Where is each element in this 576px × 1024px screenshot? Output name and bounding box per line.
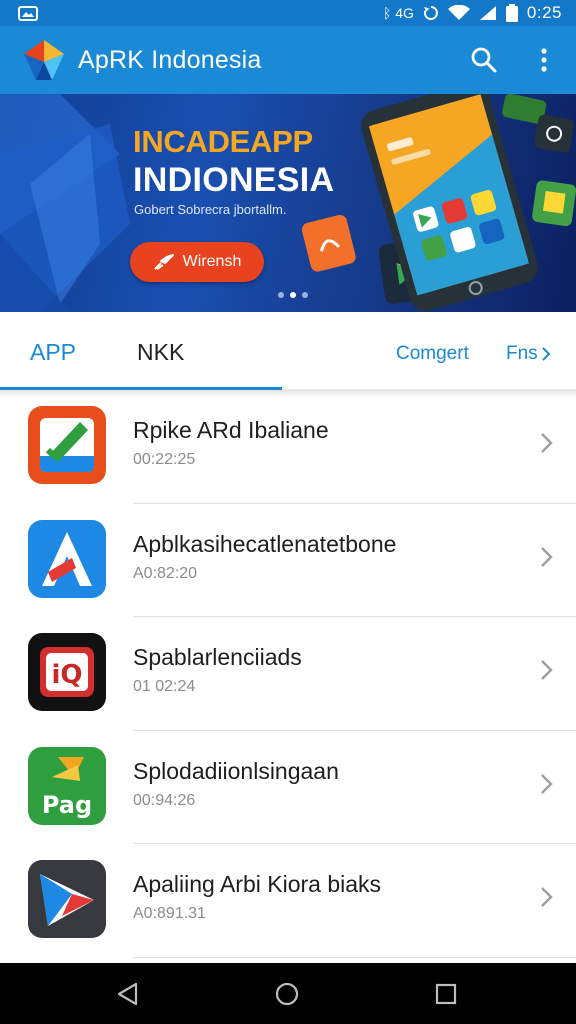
green-check-document-icon bbox=[28, 406, 106, 484]
app-meta: A0:82:20 bbox=[133, 564, 198, 582]
chevron-right-icon bbox=[541, 773, 553, 794]
banner-subtitle: Gobert Sobrecra jbortallm. bbox=[134, 202, 287, 217]
phone-illustration bbox=[301, 94, 576, 312]
recent-apps-icon[interactable] bbox=[433, 981, 459, 1007]
gallery-notification-icon bbox=[18, 6, 38, 21]
system-nav-bar bbox=[0, 963, 576, 1024]
tab-bar: APP NKK Comgert Fns bbox=[0, 312, 576, 390]
svg-text:iQ: iQ bbox=[51, 660, 82, 690]
app-title: ApRK Indonesia bbox=[78, 46, 262, 74]
wifi-icon bbox=[447, 5, 470, 20]
status-bar: ᛒ 4G 0:25 bbox=[0, 0, 576, 26]
app-list-item[interactable]: Pag Splodadiionlsingaan 00:94:26 bbox=[0, 731, 576, 844]
fns-link[interactable]: Fns bbox=[506, 343, 551, 365]
chevron-right-icon bbox=[541, 347, 551, 361]
app-list-item[interactable]: iQ Spablarlenciiads 01 02:24 bbox=[0, 617, 576, 731]
chevron-right-icon bbox=[541, 546, 553, 567]
tab-nkk[interactable]: NKK bbox=[137, 339, 184, 366]
home-icon[interactable] bbox=[274, 981, 300, 1007]
status-indicators: ᛒ 4G bbox=[382, 5, 414, 21]
chevron-right-icon bbox=[541, 660, 553, 680]
banner-pagination bbox=[278, 292, 308, 298]
app-list-item[interactable]: Apblkasihecatlenatetbone A0:82:20 bbox=[0, 504, 576, 617]
app-name: Spablarlenciiads bbox=[133, 644, 302, 670]
red-iq-icon: iQ bbox=[28, 633, 106, 711]
clock: 0:25 bbox=[526, 3, 562, 22]
more-options-icon[interactable] bbox=[532, 46, 556, 74]
app-meta: A0:891.31 bbox=[133, 905, 206, 922]
app-name: Apaliing Arbi Kiora biaks bbox=[133, 871, 382, 897]
back-icon[interactable] bbox=[115, 981, 141, 1007]
battery-icon bbox=[505, 4, 518, 22]
pagination-dot[interactable] bbox=[278, 292, 284, 298]
app-list: Rpike ARd Ibaliane 00:22:25 Apblkasiheca… bbox=[0, 390, 576, 958]
search-icon[interactable] bbox=[470, 46, 498, 74]
fns-link-label: Fns bbox=[506, 343, 538, 364]
banner-cta-button[interactable]: Wirensh bbox=[130, 242, 264, 282]
app-meta: 01 02:24 bbox=[133, 678, 196, 695]
chevron-right-icon bbox=[541, 433, 553, 453]
banner-headline: INCADEAPP bbox=[133, 124, 313, 159]
app-name: Rpike ARd Ibaliane bbox=[133, 417, 329, 443]
app-meta: 00:22:25 bbox=[133, 451, 196, 468]
app-list-item[interactable]: Apaliing Arbi Kiora biaks A0:891.31 bbox=[0, 844, 576, 958]
pagination-dot[interactable] bbox=[302, 292, 308, 298]
app-bar: ApRK Indonesia bbox=[0, 26, 576, 94]
app-meta: 00:94:26 bbox=[133, 791, 196, 809]
pagination-dot-active[interactable] bbox=[290, 292, 296, 298]
green-pag-icon: Pag bbox=[28, 746, 106, 825]
rocket-icon bbox=[153, 254, 174, 270]
app-logo-icon bbox=[24, 40, 64, 80]
promo-banner[interactable]: INCADEAPP INDIONESIA Gobert Sobrecra jbo… bbox=[0, 94, 576, 312]
comgert-link[interactable]: Comgert bbox=[396, 343, 469, 365]
play-triangle-icon bbox=[28, 860, 106, 938]
svg-text:Pag: Pag bbox=[42, 791, 92, 819]
signal-icon bbox=[479, 6, 496, 20]
app-name: Apblkasihecatlenatetbone bbox=[133, 530, 397, 557]
sync-icon bbox=[423, 6, 438, 20]
tab-app[interactable]: APP bbox=[30, 339, 76, 366]
chevron-right-icon bbox=[541, 887, 553, 907]
app-list-item[interactable]: Rpike ARd Ibaliane 00:22:25 bbox=[0, 390, 576, 504]
banner-cta-label: Wirensh bbox=[182, 253, 242, 270]
blue-letter-a-icon bbox=[28, 519, 106, 598]
divider bbox=[133, 956, 576, 958]
app-name: Splodadiionlsingaan bbox=[133, 757, 339, 784]
